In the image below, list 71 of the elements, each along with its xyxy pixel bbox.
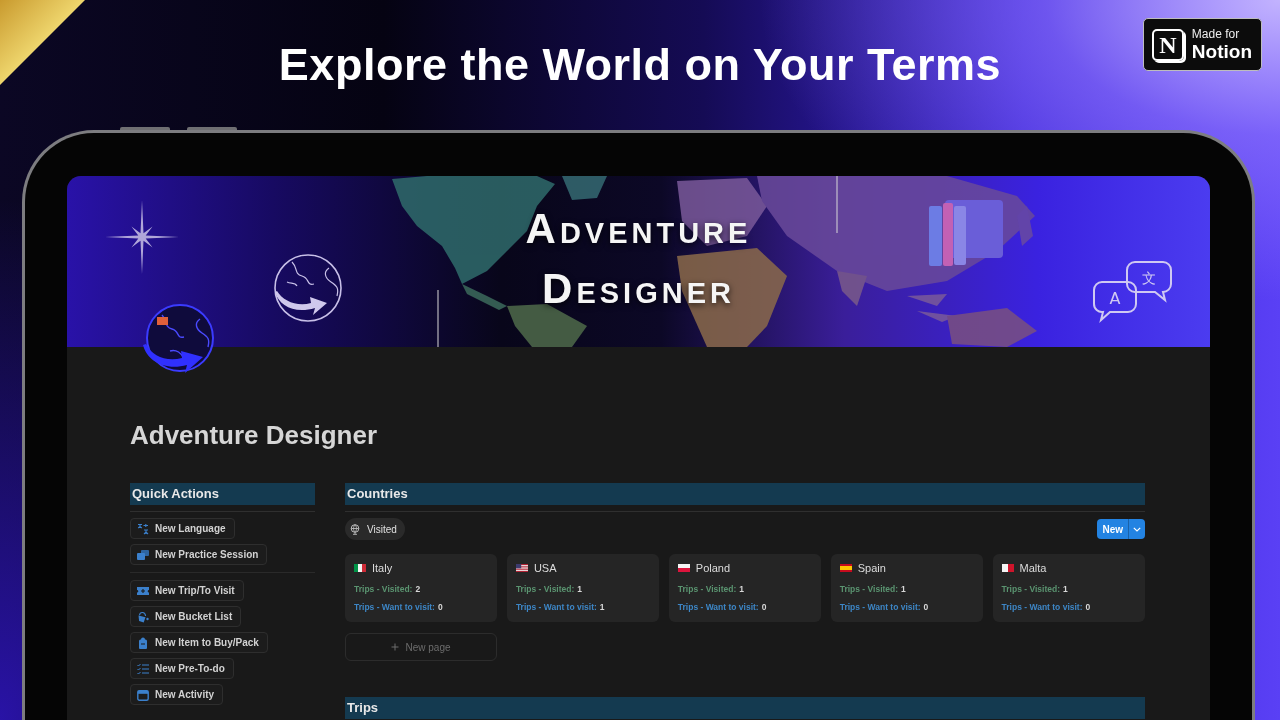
quick-action-button[interactable]: New Trip/To Visit — [130, 580, 244, 601]
property-label: Trips - Want to visit: — [354, 601, 435, 613]
property-label: Trips - Want to visit: — [677, 601, 759, 613]
property-value: 1 — [739, 583, 744, 595]
tablet-side-key — [187, 127, 237, 130]
country-name: Italy — [372, 561, 393, 575]
country-card[interactable]: Poland Trips - Visited: 1 Trips - Want to visit: 0 — [668, 554, 822, 622]
country-card[interactable]: Malta Trips - Visited: 1 Trips - Want to visit: 0 — [992, 554, 1145, 622]
calendar-icon — [137, 688, 149, 701]
country-name: Spain — [857, 561, 886, 575]
property-label: Trips - Want to visit: — [839, 601, 921, 613]
quick-action-button[interactable]: New Language — [130, 518, 235, 539]
section-heading: Quick Actions — [130, 483, 315, 505]
country-name: Malta — [1019, 561, 1047, 575]
country-card[interactable]: USA Trips - Visited: 1 Trips - Want to visit: 1 — [506, 554, 660, 622]
country-name: USA — [533, 561, 557, 575]
quick-action-button[interactable]: New Activity — [130, 684, 224, 705]
view-tab[interactable]: Visited — [345, 518, 405, 540]
quick-action-button[interactable]: New Practice Session — [130, 544, 268, 565]
books-icon — [929, 200, 1003, 266]
translate-icon — [137, 522, 149, 535]
badge-caption: Made for — [1191, 27, 1241, 41]
tablet-side-key — [120, 127, 170, 130]
stacked-squares-icon — [137, 548, 149, 561]
flag-icon — [354, 564, 366, 572]
property-value: 2 — [415, 583, 421, 595]
flag-icon — [1001, 564, 1014, 572]
property-label: Trips - Visited: — [1001, 583, 1060, 595]
globe-arrow-icon — [140, 301, 216, 375]
quick-action-button[interactable]: New Item to Buy/Pack — [130, 632, 268, 653]
section-heading: Countries — [345, 483, 1145, 505]
country-card[interactable]: Spain Trips - Visited: 1 Trips - Want to visit: 0 — [830, 554, 984, 622]
checklist-icon — [137, 662, 149, 675]
property-value: 1 — [1063, 583, 1068, 595]
property-value: 1 — [577, 583, 583, 595]
dropdown-button[interactable] — [1128, 519, 1145, 539]
property-value: 1 — [599, 601, 605, 613]
country-card[interactable]: Italy Trips - Visited: 2 Trips - Want to visit: 0 — [345, 554, 498, 622]
country-name: Poland — [695, 561, 731, 575]
corner-ribbon-icon — [0, 0, 85, 85]
ticket-icon — [137, 584, 149, 597]
banner-title: Adventure Designer — [524, 203, 753, 314]
chevron-down-icon — [1133, 526, 1141, 532]
property-label: Trips - Want to visit: — [1001, 601, 1083, 613]
property-label: Trips - Visited: — [354, 583, 413, 595]
globe-icon — [350, 523, 360, 535]
section-heading: Trips — [345, 697, 1145, 719]
property-label: Trips - Want to visit: — [515, 601, 597, 613]
property-label: Trips - Visited: — [839, 583, 899, 595]
property-value: 0 — [761, 601, 767, 613]
plus-icon — [391, 643, 400, 651]
property-value: 0 — [923, 601, 929, 613]
property-label: Trips - Visited: — [515, 583, 575, 595]
badge-name: Notion — [1191, 41, 1252, 62]
speech-bubble: A — [1093, 281, 1137, 321]
bucket-icon — [137, 610, 149, 623]
logo-mark: N — [1151, 28, 1184, 61]
quick-action-button[interactable]: New Bucket List — [130, 606, 242, 627]
quick-action-button[interactable]: New Pre-To-do — [130, 658, 234, 679]
speech-bubble: 文 — [1126, 261, 1172, 301]
backpack-icon — [137, 636, 149, 649]
new-button[interactable]: New — [1097, 519, 1128, 539]
property-label: Trips - Visited: — [677, 583, 737, 595]
flag-icon — [839, 564, 852, 572]
property-value: 0 — [1085, 601, 1091, 613]
headline: Explore the World on Your Terms — [278, 38, 1002, 92]
property-value: 0 — [437, 601, 443, 613]
property-value: 1 — [901, 583, 906, 595]
flag-icon — [677, 564, 690, 572]
page-title: Adventure Designer — [130, 419, 379, 451]
flag-icon — [515, 564, 528, 572]
